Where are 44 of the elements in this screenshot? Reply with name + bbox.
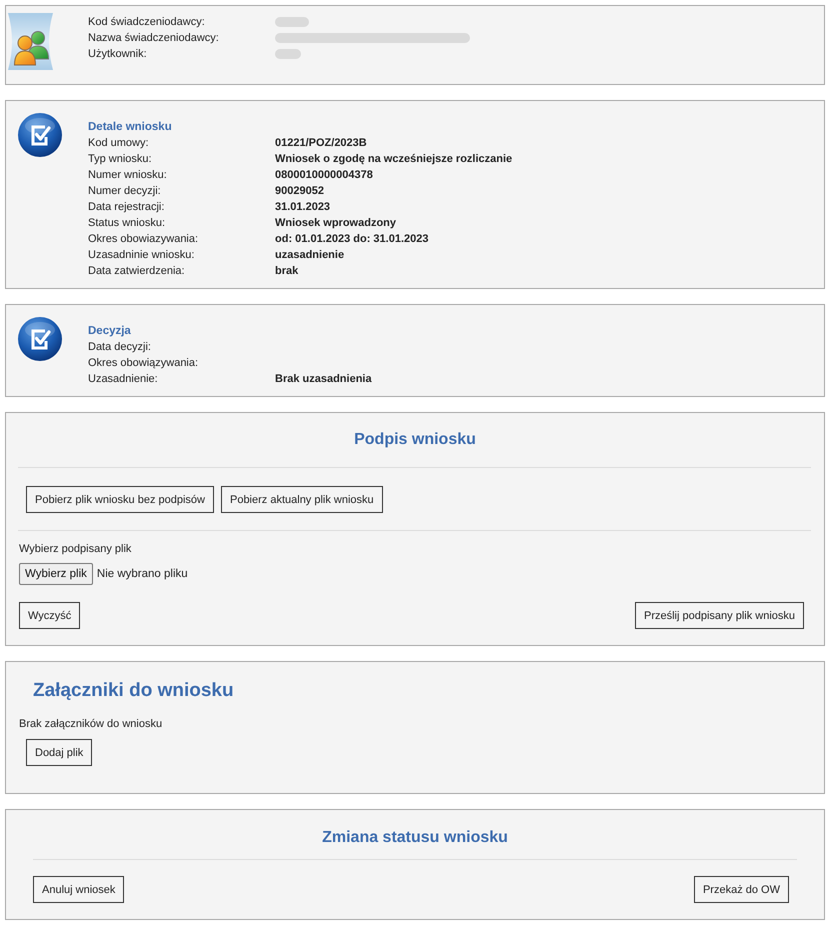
submit-file-button[interactable]: Prześlij podpisany plik wniosku — [634, 602, 804, 629]
choose-file-button[interactable]: Wybierz plik — [19, 563, 93, 585]
field-label: Okres obowiazywania: — [88, 232, 198, 247]
field-label: Status wniosku: — [88, 216, 166, 231]
field-value: 90029052 — [275, 184, 324, 199]
file-status-text: Nie wybrano pliku — [96, 568, 188, 580]
field-label: Numer wniosku: — [88, 168, 167, 183]
users-icon — [8, 13, 53, 70]
field-label: Kod umowy: — [88, 136, 149, 151]
field-value: brak — [275, 264, 298, 279]
section-title: Zmiana statusu wniosku — [321, 828, 509, 848]
field-value: 31.01.2023 — [275, 200, 330, 215]
field-label: Okres obowiązywania: — [88, 356, 198, 371]
section-title: Decyzja — [88, 324, 131, 339]
field-label: Kod świadczeniodawcy: — [88, 15, 205, 30]
section-title: Detale wniosku — [88, 120, 172, 135]
download-button[interactable]: Pobierz aktualny plik wniosku — [220, 486, 383, 513]
field-value: Wniosek wprowadzony — [275, 216, 396, 231]
field-label: Data rejestracji: — [88, 200, 164, 215]
field-label: Typ wniosku: — [88, 152, 152, 167]
field-label: Uzasadninie wniosku: — [88, 248, 194, 263]
field-label: Uzasadnienie: — [88, 372, 158, 387]
field-value: Wniosek o zgodę na wcześniejsze rozliczanie — [275, 152, 512, 167]
clear-button[interactable]: Wyczyść — [19, 602, 80, 629]
field-value: od: 01.01.2023 do: 31.01.2023 — [275, 232, 428, 247]
field-label: Użytkownik: — [88, 47, 147, 62]
field-label: Numer decyzji: — [88, 184, 161, 199]
field-value: 0800010000004378 — [275, 168, 373, 183]
field-value: 01221/POZ/2023B — [275, 136, 367, 151]
field-value: uzasadnienie — [275, 248, 344, 263]
field-value: Brak uzasadnienia — [275, 372, 372, 387]
file-picker-label: Wybierz podpisany plik — [19, 543, 132, 555]
forward-button[interactable]: Przekaż do OW — [694, 876, 789, 903]
section-title: Podpis wniosku — [353, 430, 477, 450]
section-title: Załączniki do wniosku — [33, 679, 234, 703]
empty-message: Brak załączników do wniosku — [19, 718, 162, 730]
add-file-button[interactable]: Dodaj plik — [26, 739, 92, 766]
field-label: Data decyzji: — [88, 340, 151, 355]
cancel-request-button[interactable]: Anuluj wniosek — [33, 876, 124, 903]
document-check-icon — [18, 113, 62, 157]
field-label: Data zatwierdzenia: — [88, 264, 185, 279]
field-label: Nazwa świadczeniodawcy: — [88, 31, 219, 46]
document-check-icon — [18, 317, 62, 361]
download-button[interactable]: Pobierz plik wniosku bez podpisów — [26, 486, 214, 513]
